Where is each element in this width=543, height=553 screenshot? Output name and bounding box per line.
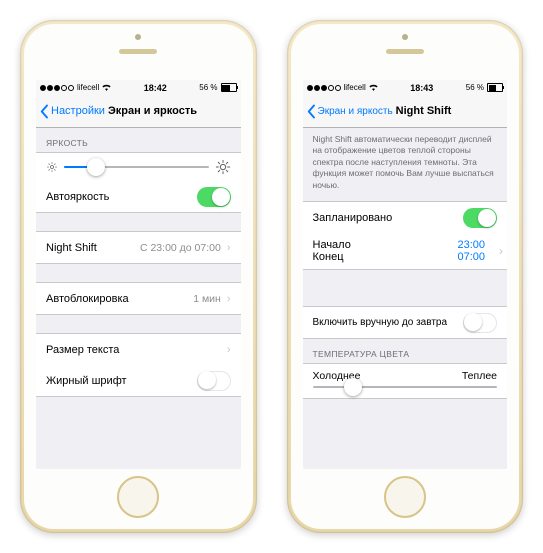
end-time: 07:00 xyxy=(457,251,485,263)
battery-icon xyxy=(221,83,237,92)
chevron-left-icon xyxy=(38,104,50,119)
scheduled-switch[interactable] xyxy=(463,208,497,228)
earpiece xyxy=(386,49,424,54)
wifi-icon xyxy=(102,84,111,91)
status-bar: lifecell 18:42 56 % xyxy=(36,80,241,95)
color-temp-slider[interactable] xyxy=(313,386,498,388)
battery-icon xyxy=(487,83,503,92)
night-shift-content: Night Shift автоматически переводит дисп… xyxy=(303,128,508,469)
bold-text-cell: Жирный шрифт xyxy=(36,365,241,397)
nav-title: Экран и яркость xyxy=(108,105,197,117)
manual-enable-switch[interactable] xyxy=(463,313,497,333)
phone-frame-left: lifecell 18:42 56 % Настройки Экран и яр… xyxy=(20,20,257,533)
status-bar: lifecell 18:43 56 % xyxy=(303,80,508,95)
schedule-times-cell[interactable]: Начало 23:00 Конец 07:00 › xyxy=(303,233,508,270)
auto-brightness-label: Автояркость xyxy=(46,191,109,203)
nav-bar: Настройки Экран и яркость xyxy=(36,95,241,128)
scheduled-label: Запланировано xyxy=(313,212,393,224)
carrier-label: lifecell xyxy=(344,83,366,92)
manual-enable-cell: Включить вручную до завтра xyxy=(303,306,508,339)
nav-bar: Экран и яркость Night Shift xyxy=(303,95,508,128)
carrier-label: lifecell xyxy=(77,83,99,92)
night-shift-cell[interactable]: Night Shift С 23:00 до 07:00 › xyxy=(36,231,241,264)
battery-text: 56 % xyxy=(199,83,217,92)
bold-text-switch[interactable] xyxy=(197,371,231,391)
nav-back-label: Настройки xyxy=(51,105,105,117)
sun-large-icon xyxy=(215,159,231,175)
home-button[interactable] xyxy=(117,476,159,518)
slider-thumb[interactable] xyxy=(344,378,362,396)
slider-thumb[interactable] xyxy=(87,158,105,176)
night-shift-schedule: С 23:00 до 07:00 xyxy=(140,242,221,254)
screen: lifecell 18:43 56 % Экран и яркость Nigh… xyxy=(303,80,508,469)
signal-icon xyxy=(40,85,74,91)
start-time: 23:00 xyxy=(457,239,485,251)
front-camera xyxy=(135,34,141,40)
brightness-section-label: ЯРКОСТЬ xyxy=(36,128,241,152)
battery-text: 56 % xyxy=(466,83,484,92)
bold-text-label: Жирный шрифт xyxy=(46,375,127,387)
chevron-right-icon: › xyxy=(227,344,231,356)
phone-body: lifecell 18:43 56 % Экран и яркость Nigh… xyxy=(291,24,520,529)
text-size-cell[interactable]: Размер текста › xyxy=(36,333,241,365)
end-label: Конец xyxy=(313,251,344,263)
screen: lifecell 18:42 56 % Настройки Экран и яр… xyxy=(36,80,241,469)
color-temp-section-label: ТЕМПЕРАТУРА ЦВЕТА xyxy=(303,339,508,363)
nav-back-button[interactable]: Экран и яркость xyxy=(303,104,393,119)
chevron-right-icon: › xyxy=(227,293,231,305)
nav-title: Night Shift xyxy=(396,105,452,117)
auto-brightness-switch[interactable] xyxy=(197,187,231,207)
earpiece-area xyxy=(24,24,253,78)
status-time: 18:43 xyxy=(410,83,433,93)
color-temp-labels: Холоднее Теплее xyxy=(303,363,508,382)
phone-body: lifecell 18:42 56 % Настройки Экран и яр… xyxy=(24,24,253,529)
night-shift-label: Night Shift xyxy=(46,242,97,254)
phone-frame-right: lifecell 18:43 56 % Экран и яркость Nigh… xyxy=(287,20,524,533)
home-button[interactable] xyxy=(384,476,426,518)
night-shift-description: Night Shift автоматически переводит дисп… xyxy=(303,128,508,201)
settings-content: ЯРКОСТЬ Автояркость Night Shift С xyxy=(36,128,241,469)
auto-lock-cell[interactable]: Автоблокировка 1 мин › xyxy=(36,282,241,315)
temp-warm-label: Теплее xyxy=(462,370,497,382)
nav-back-label: Экран и яркость xyxy=(318,106,393,117)
text-size-label: Размер текста xyxy=(46,344,119,356)
auto-lock-value: 1 мин xyxy=(193,293,221,305)
wifi-icon xyxy=(369,84,378,91)
scheduled-cell: Запланировано xyxy=(303,201,508,233)
chevron-right-icon: › xyxy=(499,244,503,258)
earpiece-area xyxy=(291,24,520,78)
front-camera xyxy=(402,34,408,40)
sun-small-icon xyxy=(46,161,58,173)
status-time: 18:42 xyxy=(144,83,167,93)
earpiece xyxy=(119,49,157,54)
nav-back-button[interactable]: Настройки xyxy=(36,104,105,119)
brightness-slider[interactable] xyxy=(64,166,209,168)
auto-brightness-cell: Автояркость xyxy=(36,181,241,213)
auto-lock-label: Автоблокировка xyxy=(46,293,129,305)
manual-enable-label: Включить вручную до завтра xyxy=(313,317,448,328)
chevron-right-icon: › xyxy=(227,242,231,254)
start-label: Начало xyxy=(313,239,351,251)
chevron-left-icon xyxy=(305,104,317,119)
signal-icon xyxy=(307,85,341,91)
brightness-slider-row xyxy=(36,152,241,181)
